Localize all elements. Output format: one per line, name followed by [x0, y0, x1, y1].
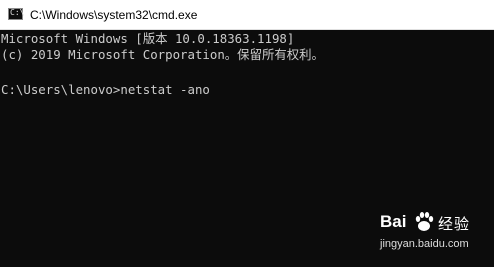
watermark-url: jingyan.baidu.com	[380, 238, 469, 250]
window-title: C:\Windows\system32\cmd.exe	[30, 8, 198, 22]
command-prompt-line: C:\Users\lenovo>netstat -ano	[1, 82, 210, 97]
baidu-paw-icon	[415, 212, 434, 231]
cmd-icon: C:\	[8, 8, 24, 20]
watermark-label: 经验	[438, 215, 471, 233]
console-line: Microsoft Windows [版本 10.0.18363.1198]	[1, 31, 295, 46]
console-line: (c) 2019 Microsoft Corporation。保留所有权利。	[1, 47, 324, 62]
title-bar[interactable]: C:\ C:\Windows\system32\cmd.exe	[0, 0, 494, 30]
cmd-window: C:\ C:\Windows\system32\cmd.exe Microsof…	[0, 0, 494, 267]
watermark-brand: Bai	[380, 212, 407, 231]
baidu-jingyan-watermark: Bai 经验 jingyan.baidu.com	[380, 210, 490, 260]
